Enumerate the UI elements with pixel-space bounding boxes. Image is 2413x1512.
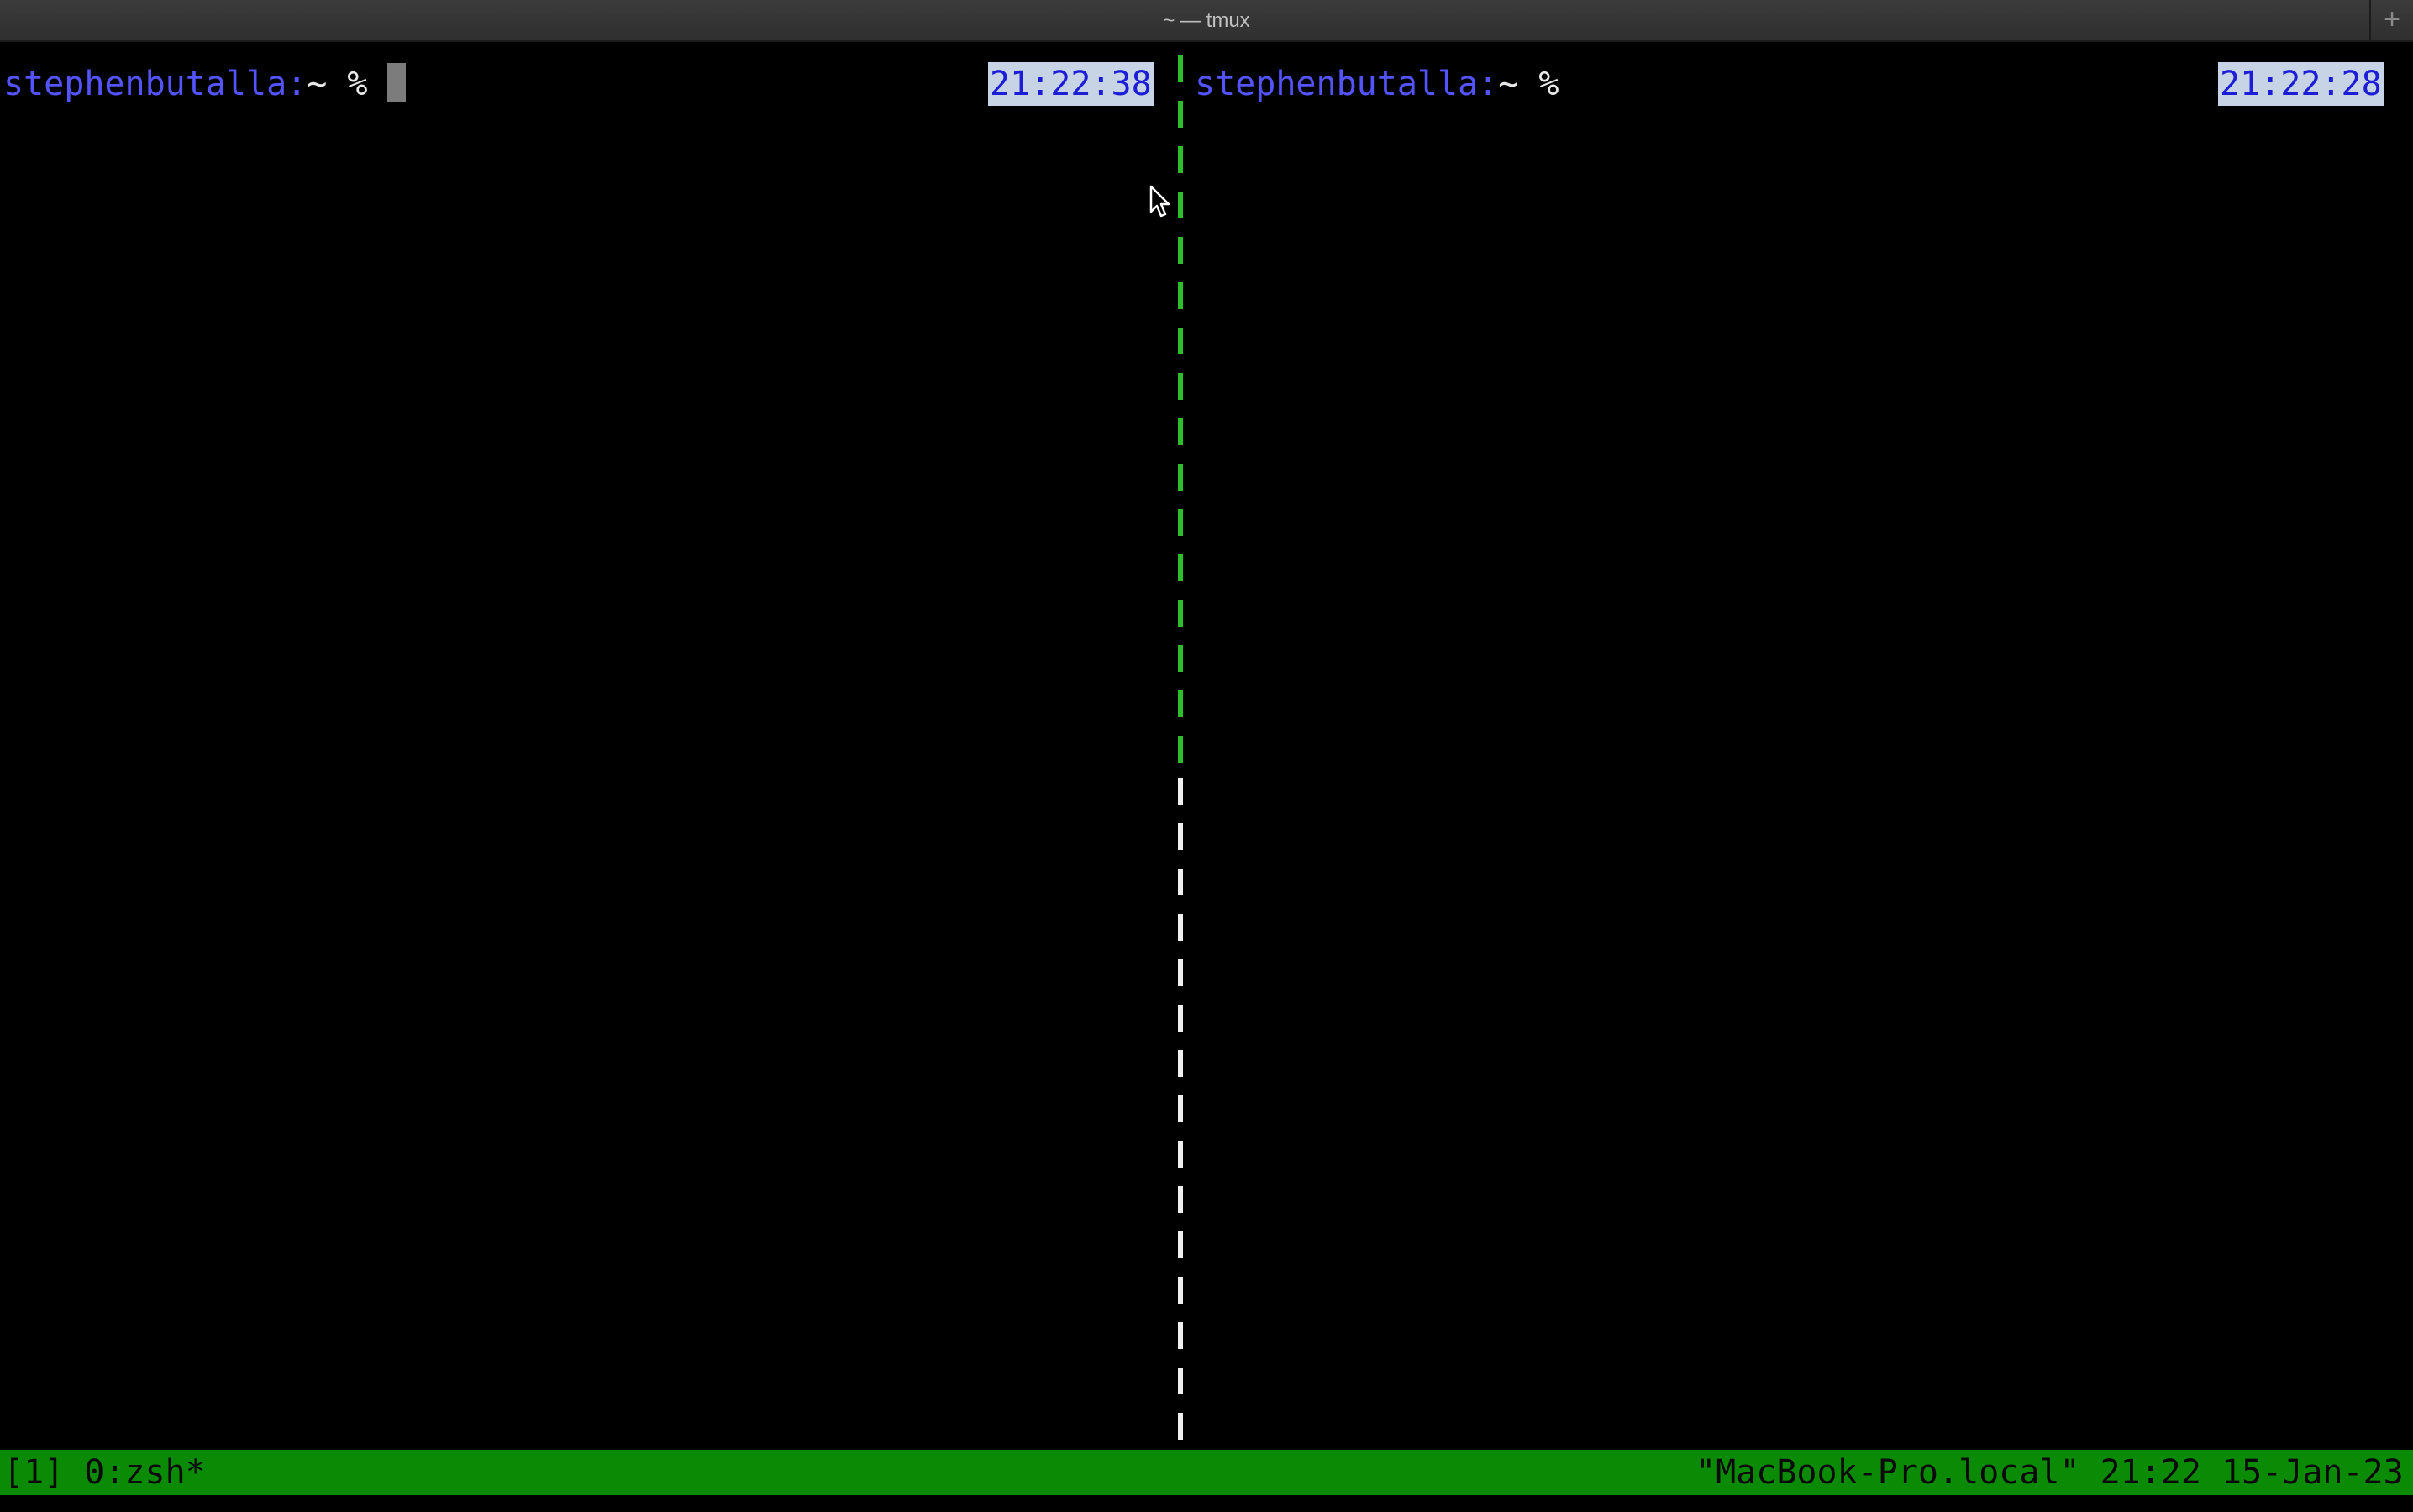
prompt-user: stephenbutalla:	[3, 65, 308, 103]
mouse-pointer-icon	[1149, 185, 1170, 218]
new-tab-button[interactable]: +	[2369, 0, 2413, 40]
session-name[interactable]: [1]	[3, 1453, 64, 1492]
window-tab-zsh[interactable]: 0:zsh*	[84, 1453, 206, 1492]
left-prompt-line: stephenbutalla:~ %	[3, 62, 407, 106]
prompt-path-symbol: ~ %	[307, 65, 368, 103]
prompt-path-symbol: ~ %	[1498, 65, 1559, 103]
status-hostname: "MacBook-Pro.local"	[1695, 1453, 2080, 1492]
status-right: "MacBook-Pro.local" 21:22 15-Jan-23	[1695, 1450, 2404, 1495]
right-pane[interactable]: stephenbutalla:~ % 21:22:28	[1191, 42, 2384, 1448]
inactive-pane-border	[1178, 778, 1183, 1443]
active-pane-border	[1178, 55, 1183, 769]
left-pane[interactable]: stephenbutalla:~ % 21:22:38	[0, 42, 1173, 1448]
status-date: 15-Jan-23	[2221, 1453, 2404, 1492]
window-title: ~ — tmux	[1163, 9, 1250, 32]
plus-icon: +	[2384, 3, 2400, 35]
status-left: [1] 0:zsh*	[3, 1450, 206, 1495]
text-cursor	[387, 63, 407, 102]
tmux-status-bar: [1] 0:zsh* "MacBook-Pro.local" 21:22 15-Jan…	[0, 1450, 2413, 1495]
prompt-user: stephenbutalla:	[1195, 65, 1499, 103]
title-bar[interactable]: ~ — tmux +	[0, 0, 2413, 42]
pane-divider[interactable]	[1178, 55, 1183, 1443]
right-prompt-line: stephenbutalla:~ %	[1195, 62, 1559, 106]
terminal-window: ~ — tmux + stephenbutalla:~ % 21:22:38 s…	[0, 0, 2413, 1512]
bottom-margin	[0, 1495, 2413, 1512]
right-pane-clock: 21:22:28	[2218, 62, 2384, 106]
status-time: 21:22	[2100, 1453, 2201, 1492]
left-pane-clock: 21:22:38	[988, 62, 1154, 106]
